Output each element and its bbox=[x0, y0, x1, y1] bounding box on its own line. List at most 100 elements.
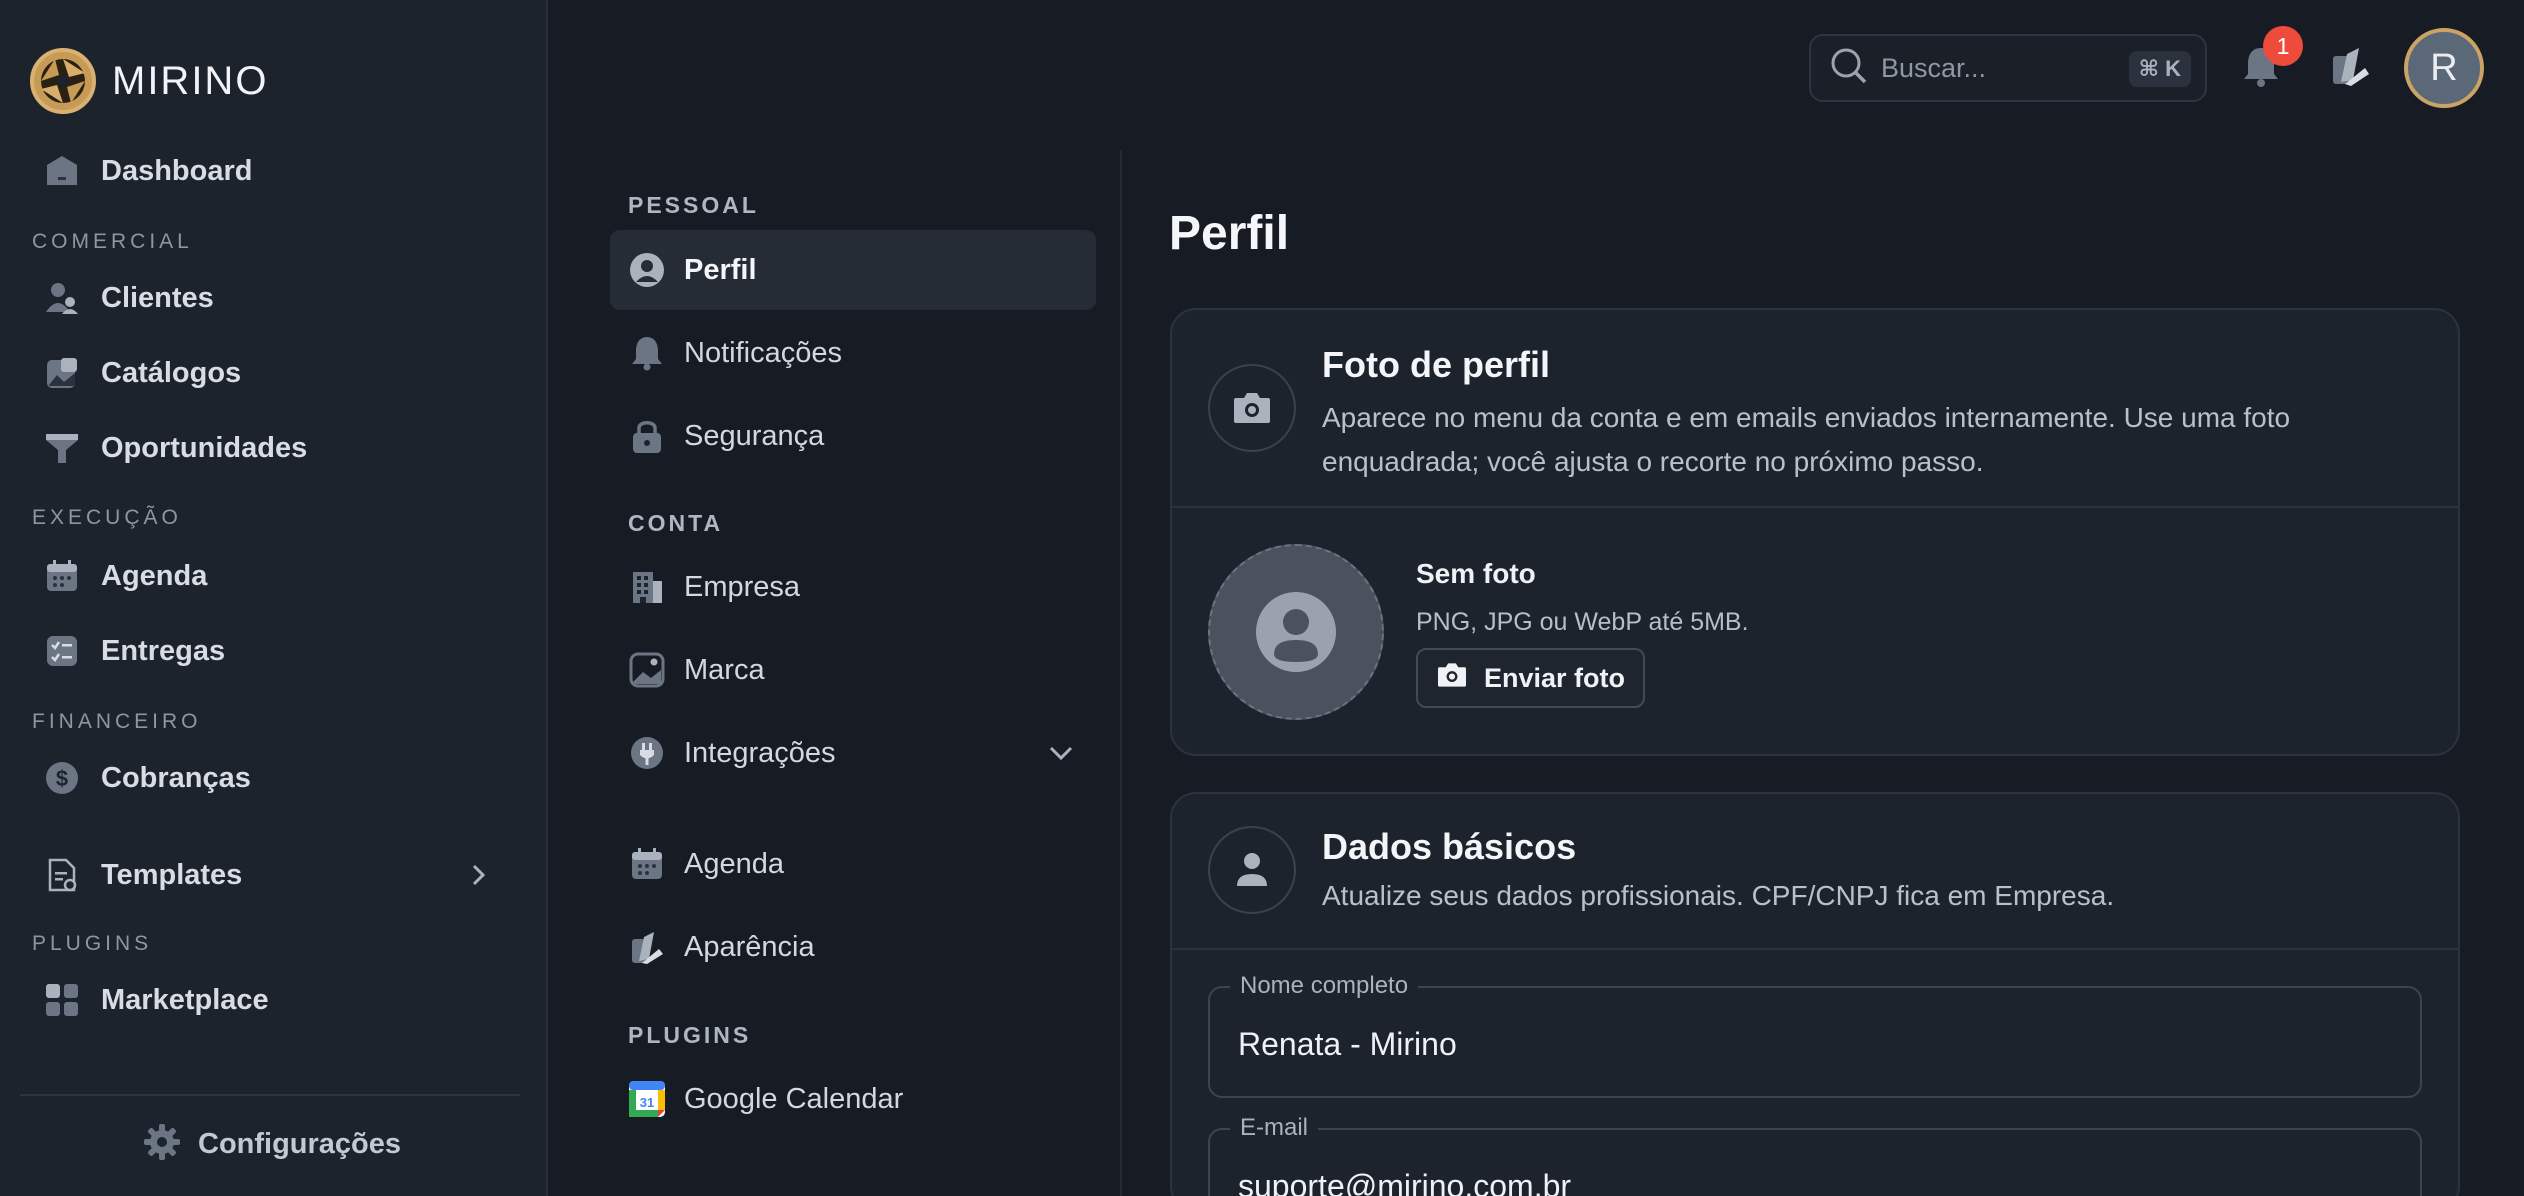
building-icon bbox=[628, 568, 666, 606]
full-name-field: Nome completo bbox=[1208, 972, 2422, 1098]
checklist-icon bbox=[42, 631, 82, 671]
notification-count-badge: 1 bbox=[2263, 26, 2303, 66]
upload-photo-button[interactable]: Enviar foto bbox=[1416, 648, 1646, 708]
subnav-item-integracoes[interactable]: Integrações bbox=[610, 713, 1096, 793]
sidebar-item-configuracoes[interactable]: Configurações bbox=[142, 1120, 401, 1168]
subnav-item-google-calendar[interactable]: 31 Google Calendar bbox=[610, 1059, 1096, 1139]
card-description: Aparece no menu da conta e em emails env… bbox=[1322, 396, 2422, 484]
lock-icon bbox=[628, 417, 666, 455]
basic-data-card: Dados básicos Atualize seus dados profis… bbox=[1170, 792, 2460, 1196]
search-box[interactable]: ⌘ K bbox=[1809, 34, 2207, 102]
subnav-item-seguranca[interactable]: Segurança bbox=[610, 396, 1096, 476]
field-label: E-mail bbox=[1230, 1114, 1319, 1142]
sidebar-section-comercial: COMERCIAL bbox=[32, 230, 193, 253]
sidebar-item-agenda[interactable]: Agenda bbox=[20, 543, 520, 609]
appearance-toggle-button[interactable] bbox=[2323, 40, 2379, 96]
sidebar-item-label: Marketplace bbox=[101, 983, 269, 1016]
sidebar-item-dashboard[interactable]: Dashboard bbox=[20, 138, 520, 204]
sidebar-item-label: Templates bbox=[101, 858, 243, 891]
email-input[interactable] bbox=[1238, 1164, 2388, 1196]
gallery-icon bbox=[42, 353, 82, 393]
sidebar-item-catalogos[interactable]: Catálogos bbox=[20, 340, 520, 406]
sidebar-section-plugins: PLUGINS bbox=[32, 932, 153, 955]
grid-icon bbox=[42, 980, 82, 1020]
home-icon bbox=[42, 151, 82, 191]
sidebar-item-label: Clientes bbox=[101, 281, 214, 314]
sidebar-item-label: Oportunidades bbox=[101, 431, 308, 464]
brand[interactable]: MIRINO bbox=[30, 48, 268, 114]
sidebar-item-cobrancas[interactable]: $ Cobranças bbox=[20, 745, 520, 811]
main-sidebar: MIRINO Dashboard COMERCIAL Clientes Catá… bbox=[0, 0, 548, 1196]
user-placeholder-icon bbox=[1256, 592, 1336, 672]
sidebar-section-financeiro: FINANCEIRO bbox=[32, 710, 202, 733]
avatar-placeholder[interactable] bbox=[1208, 544, 1384, 720]
subnav-item-label: Segurança bbox=[684, 419, 825, 452]
sidebar-item-label: Catálogos bbox=[101, 356, 242, 389]
subnav-section-pessoal: PESSOAL bbox=[628, 192, 759, 218]
sidebar-item-clientes[interactable]: Clientes bbox=[20, 265, 520, 331]
subnav-item-notificacoes[interactable]: Notificações bbox=[610, 313, 1096, 393]
card-header: Dados básicos Atualize seus dados profis… bbox=[1172, 794, 2458, 950]
subnav-divider bbox=[1120, 150, 1122, 1196]
svg-text:$: $ bbox=[56, 766, 68, 791]
card-description-line: Aparece no menu da conta e em emails env… bbox=[1322, 402, 2291, 433]
subnav-item-marca[interactable]: Marca bbox=[610, 630, 1096, 710]
sidebar-item-label: Cobranças bbox=[101, 761, 251, 794]
funnel-icon bbox=[42, 428, 82, 468]
subnav-item-label: Integrações bbox=[684, 736, 836, 769]
full-name-input[interactable] bbox=[1238, 1022, 2388, 1066]
subnav-item-agenda[interactable]: Agenda bbox=[610, 824, 1096, 904]
photo-upload-row: Sem foto PNG, JPG ou WebP até 5MB. Envia… bbox=[1172, 508, 2458, 754]
sidebar-item-label: Dashboard bbox=[101, 154, 253, 187]
brand-name: MIRINO bbox=[112, 58, 269, 103]
document-icon bbox=[42, 855, 82, 895]
search-shortcut-badge: ⌘ K bbox=[2128, 51, 2191, 87]
calendar-icon bbox=[42, 556, 82, 596]
dollar-icon: $ bbox=[42, 758, 82, 798]
configuracoes-label: Configurações bbox=[198, 1127, 402, 1160]
subnav-item-label: Google Calendar bbox=[684, 1082, 904, 1115]
sidebar-item-oportunidades[interactable]: Oportunidades bbox=[20, 415, 520, 481]
sidebar-item-label: Entregas bbox=[101, 634, 226, 667]
email-field: E-mail bbox=[1208, 1114, 2422, 1196]
photo-status: Sem foto bbox=[1416, 558, 1536, 589]
subnav-item-label: Marca bbox=[684, 653, 765, 686]
chevron-down-icon bbox=[1048, 741, 1074, 770]
sidebar-item-label: Agenda bbox=[101, 559, 208, 592]
image-icon bbox=[628, 651, 666, 689]
sidebar-item-templates[interactable]: Templates bbox=[20, 842, 520, 908]
profile-photo-card: Foto de perfil Aparece no menu da conta … bbox=[1170, 308, 2460, 756]
field-label: Nome completo bbox=[1230, 972, 1419, 1000]
card-description: Atualize seus dados profissionais. CPF/C… bbox=[1322, 880, 2115, 911]
calendar-icon bbox=[628, 845, 666, 883]
subnav-item-label: Perfil bbox=[684, 253, 757, 286]
sidebar-divider bbox=[20, 1094, 520, 1096]
card-title: Dados básicos bbox=[1322, 826, 1577, 867]
users-icon bbox=[42, 278, 82, 318]
aperture-logo-icon bbox=[30, 48, 96, 114]
camera-icon bbox=[1208, 364, 1296, 452]
card-header: Foto de perfil Aparece no menu da conta … bbox=[1172, 310, 2458, 508]
google-calendar-icon: 31 bbox=[628, 1080, 666, 1118]
subnav-item-label: Aparência bbox=[684, 930, 815, 963]
upload-button-label: Enviar foto bbox=[1484, 662, 1626, 693]
subnav-item-label: Empresa bbox=[684, 570, 801, 603]
svg-text:31: 31 bbox=[640, 1095, 654, 1110]
sidebar-item-entregas[interactable]: Entregas bbox=[20, 618, 520, 684]
user-icon bbox=[1208, 826, 1296, 914]
app-window: MIRINO Dashboard COMERCIAL Clientes Catá… bbox=[0, 0, 2524, 1196]
subnav-item-label: Notificações bbox=[684, 336, 842, 369]
bell-icon bbox=[628, 334, 666, 372]
card-title: Foto de perfil bbox=[1322, 344, 1550, 385]
photo-format-hint: PNG, JPG ou WebP até 5MB. bbox=[1416, 608, 1749, 636]
palette-icon bbox=[2329, 44, 2373, 93]
subnav-item-empresa[interactable]: Empresa bbox=[610, 547, 1096, 627]
sidebar-item-marketplace[interactable]: Marketplace bbox=[20, 967, 520, 1033]
search-input[interactable] bbox=[1881, 52, 2131, 84]
card-description-line: enquadrada; você ajusta o recorte no pró… bbox=[1322, 446, 1984, 477]
chevron-right-icon bbox=[466, 862, 490, 893]
subnav-item-aparencia[interactable]: Aparência bbox=[610, 907, 1096, 987]
subnav-item-label: Agenda bbox=[684, 847, 784, 880]
subnav-item-perfil[interactable]: Perfil bbox=[610, 230, 1096, 310]
user-avatar-button[interactable]: R bbox=[2404, 28, 2484, 108]
